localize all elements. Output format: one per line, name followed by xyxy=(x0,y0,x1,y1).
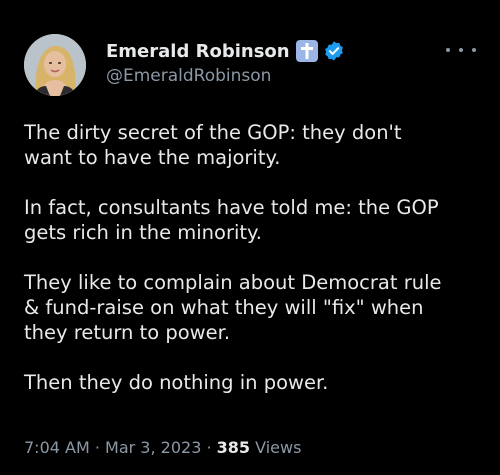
tweet-header: Emerald Robinson @EmeraldRobinson xyxy=(106,38,480,86)
more-dot-icon xyxy=(459,48,463,52)
avatar-photo-icon xyxy=(24,34,86,96)
latin-cross-icon xyxy=(295,40,318,62)
more-dot-icon xyxy=(446,48,450,52)
tweet-text: The dirty secret of the GOP: they don't … xyxy=(24,120,480,420)
tweet-card: Emerald Robinson @EmeraldRobinson The di… xyxy=(0,0,500,475)
display-name[interactable]: Emerald Robinson xyxy=(106,41,290,62)
views-label: Views xyxy=(250,438,302,457)
more-options-button[interactable] xyxy=(446,40,476,60)
tweet-meta: 7:04 AM · Mar 3, 2023 · 385 Views xyxy=(24,438,301,457)
tweet-time[interactable]: 7:04 AM xyxy=(24,438,90,457)
views-count[interactable]: 385 xyxy=(217,438,250,457)
verified-badge-icon xyxy=(324,41,343,61)
tweet-paragraph: In fact, consultants have told me: the G… xyxy=(24,196,439,244)
tweet-date[interactable]: Mar 3, 2023 xyxy=(105,438,201,457)
tweet-paragraph: The dirty secret of the GOP: they don't … xyxy=(24,121,402,169)
meta-separator: · xyxy=(89,438,106,457)
tweet-paragraph: Then they do nothing in power. xyxy=(24,371,329,394)
author-avatar[interactable] xyxy=(24,34,86,96)
meta-separator: · xyxy=(201,438,217,457)
name-row: Emerald Robinson xyxy=(106,38,480,64)
author-handle[interactable]: @EmeraldRobinson xyxy=(106,66,480,86)
tweet-paragraph: They like to complain about Democrat rul… xyxy=(24,271,442,344)
more-dot-icon xyxy=(472,48,476,52)
